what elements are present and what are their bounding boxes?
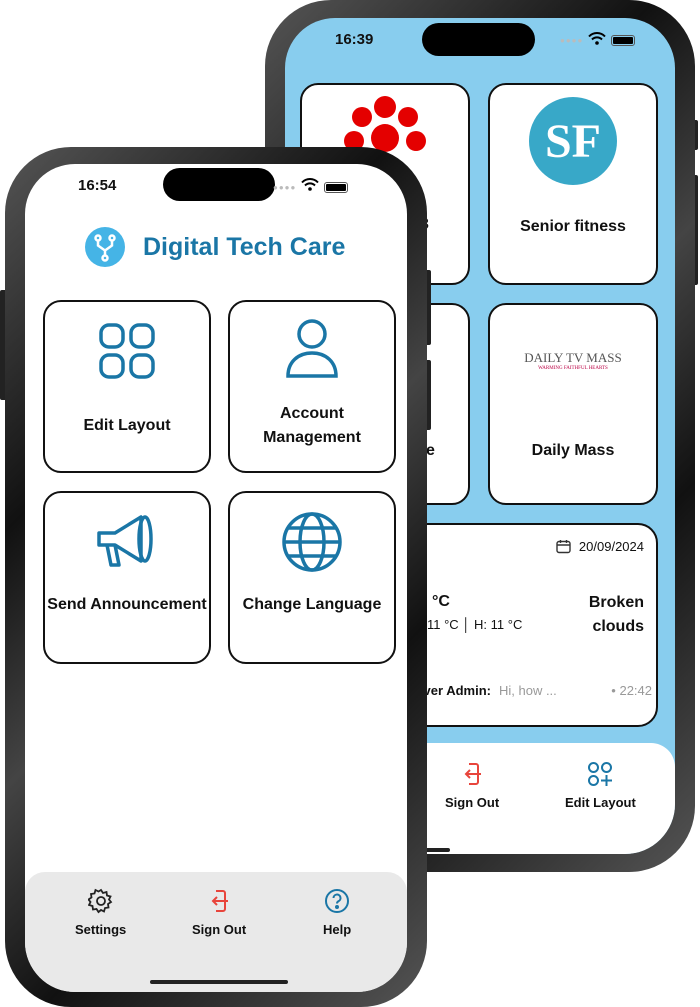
tile-send-announcement[interactable]: Send Announcement [43,491,211,664]
user-icon [286,319,338,378]
nav-sign-out[interactable]: Sign Out [192,888,246,937]
tile-change-language[interactable]: Change Language [228,491,396,664]
megaphone-icon [97,515,153,567]
weather-condition: Broken clouds [588,594,644,635]
status-time: 16:54 [78,177,117,194]
signal-icon: ●●●● [560,35,584,45]
nav-edit-layout[interactable]: Edit Layout [565,761,636,810]
sign-out-icon [464,763,482,785]
tile-label: e [426,442,435,459]
message-text: Hi, how ... [498,683,557,698]
tile-label: Senior fitness [520,218,626,235]
nav-label: Sign Out [445,795,500,810]
nav-settings[interactable]: Settings [75,888,126,937]
grid-icon [99,323,155,379]
nav-label: Settings [75,922,127,937]
tile-daily-mass[interactable]: DAILY TV MASS WARMING FAITHFUL HEARTS Da… [488,303,658,505]
dynamic-island [422,23,535,56]
gear-icon [87,888,112,914]
sf-logo: SF [529,97,617,185]
help-icon [325,889,350,913]
globe-icon [282,512,342,572]
front-phone-screen: 16:54 ●●●● Digital Tech Care Edit Layout… [25,164,407,992]
nav-label: Help [323,922,352,937]
front-phone: 16:54 ●●●● Digital Tech Care Edit Layout… [5,147,427,1007]
edit-layout-icon [588,762,613,786]
tile-label: Account Management [263,405,361,446]
widget-date: 20/09/2024 [578,539,644,554]
app-title: Digital Tech Care [143,232,346,261]
wifi-icon [301,178,320,196]
nav-label: Sign Out [192,922,247,937]
app-header: Digital Tech Care [85,227,345,267]
tile-edit-layout[interactable]: Edit Layout [43,300,211,473]
nav-help[interactable]: Help [323,888,351,937]
tile-label: Send Announcement [47,596,207,613]
message-time: • 22:42 [611,683,652,698]
temperature-range: 11 °C │ H: 11 °C [427,617,523,632]
tile-label: Edit Layout [83,417,171,434]
daily-tv-mass-logo: DAILY TV MASS WARMING FAITHFUL HEARTS [524,350,622,371]
calendar-icon [556,540,571,554]
tile-label: Daily Mass [531,442,615,459]
tile-account-management[interactable]: Account Management [228,300,396,473]
status-time: 16:39 [335,31,374,48]
nav-label: Edit Layout [565,795,636,810]
nav-sign-out[interactable]: Sign Out [445,761,499,810]
temperature: °C [432,593,450,610]
battery-icon [324,181,349,193]
dynamic-island [163,168,275,201]
home-indicator [150,980,288,984]
sign-out-icon [211,890,229,912]
front-bottom-nav: Settings Sign Out Help [25,872,407,992]
app-logo-icon [85,227,125,267]
battery-icon [611,34,636,46]
wifi-icon [588,32,607,48]
signal-icon: ●●●● [273,182,297,192]
tile-senior-fitness[interactable]: SF Senior fitness [488,83,658,285]
message-preview-row[interactable]: giver Admin: Hi, how ... • 22:42 [412,683,652,698]
tile-label: Change Language [242,596,382,613]
